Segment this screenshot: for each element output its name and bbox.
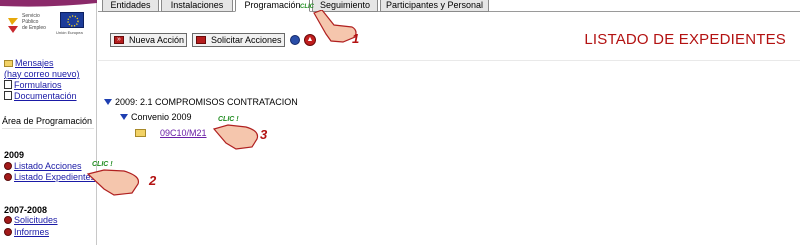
globe-icon[interactable]: [290, 35, 300, 45]
expand-triangle-icon[interactable]: [104, 99, 112, 105]
tab-programacion[interactable]: Programación: [235, 0, 310, 12]
spe-logo-text: Servicio Público de Empleo: [22, 13, 46, 31]
eu-flag-icon: [60, 12, 84, 28]
sidebar-solicitudes-row[interactable]: Solicitudes: [4, 215, 58, 226]
sidebar-listado-acciones-row[interactable]: Listado Acciones: [4, 161, 82, 172]
bullet-icon: [4, 173, 12, 181]
nueva-accion-label: Nueva Acción: [129, 35, 185, 45]
page-title: LISTADO DE EXPEDIENTES: [584, 31, 786, 48]
solicitudes-link[interactable]: Solicitudes: [14, 215, 58, 225]
documentacion-link[interactable]: Documentación: [14, 91, 77, 101]
step-number-3: 3: [260, 127, 268, 142]
tab-instalaciones[interactable]: Instalaciones: [161, 0, 233, 12]
tab-bar: Entidades Instalaciones Programación Seg…: [98, 0, 800, 12]
sidebar-documentacion-row[interactable]: Documentación: [4, 91, 77, 102]
tree-group-row[interactable]: 2009: 2.1 COMPROMISOS CONTRATACION: [104, 97, 298, 107]
mensajes-link[interactable]: Mensajes: [15, 58, 54, 68]
pointing-hand-icon: [212, 124, 259, 150]
solicitar-acciones-label: Solicitar Acciones: [211, 35, 282, 45]
expand-triangle-icon[interactable]: [120, 114, 128, 120]
spe-logo-icon: [8, 18, 18, 33]
eu-logo-text: Unión Europea: [56, 30, 83, 35]
area-programacion-label: Área de Programación: [2, 116, 93, 126]
step-number-2: 2: [149, 173, 157, 188]
correo-link[interactable]: (hay correo nuevo): [4, 69, 80, 79]
sidebar-listado-expedientes-row[interactable]: Listado Expedientes: [4, 172, 95, 183]
sidebar-divider: [2, 128, 94, 129]
tree-sub-label: Convenio 2009: [131, 112, 192, 122]
tab-participantes-personal[interactable]: Participantes y Personal: [380, 0, 489, 12]
header-swoosh: [0, 0, 97, 7]
clic-label-tree: CLIC !: [218, 116, 239, 123]
tree-sub-row[interactable]: Convenio 2009: [120, 112, 192, 122]
tree-item-link-wrap[interactable]: 09C10/M21: [160, 128, 207, 138]
informes-link[interactable]: Informes: [14, 227, 49, 237]
content-divider: [98, 60, 800, 61]
document-icon: [4, 91, 12, 100]
pointing-hand-icon: [86, 169, 140, 196]
bullet-icon: [4, 162, 12, 170]
sidebar-informes-row[interactable]: Informes: [4, 227, 49, 238]
folder-icon: [135, 129, 146, 137]
tab-entidades[interactable]: Entidades: [102, 0, 159, 12]
logo-area: Servicio Público de Empleo Unión Europea: [4, 10, 92, 42]
left-sidebar: Servicio Público de Empleo Unión Europea…: [0, 0, 97, 245]
tree-group-label: 2009: 2.1 COMPROMISOS CONTRATACION: [115, 97, 298, 107]
bullet-icon: [4, 216, 12, 224]
clic-label-sidebar: CLIC !: [92, 161, 113, 168]
listado-expedientes-link[interactable]: Listado Expedientes: [14, 172, 95, 182]
listado-acciones-link[interactable]: Listado Acciones: [14, 161, 82, 171]
tree-item-row[interactable]: [135, 128, 146, 138]
year-2009-heading: 2009: [4, 150, 25, 160]
sidebar-mensajes-row[interactable]: Mensajes: [4, 58, 54, 69]
bullet-icon: [4, 228, 12, 236]
document-icon: [4, 80, 12, 89]
step-number-1: 1: [352, 31, 360, 46]
fast-forward-glyph: »: [117, 36, 121, 43]
request-icon: [196, 36, 206, 44]
sidebar-correo-row[interactable]: (hay correo nuevo): [4, 69, 80, 80]
sidebar-formularios-row[interactable]: Formularios: [4, 80, 62, 91]
nueva-accion-button[interactable]: » Nueva Acción: [110, 33, 187, 47]
envelope-icon: [4, 60, 13, 67]
solicitar-acciones-button[interactable]: Solicitar Acciones: [192, 33, 285, 47]
formularios-link[interactable]: Formularios: [14, 80, 62, 90]
expediente-link[interactable]: 09C10/M21: [160, 128, 207, 138]
